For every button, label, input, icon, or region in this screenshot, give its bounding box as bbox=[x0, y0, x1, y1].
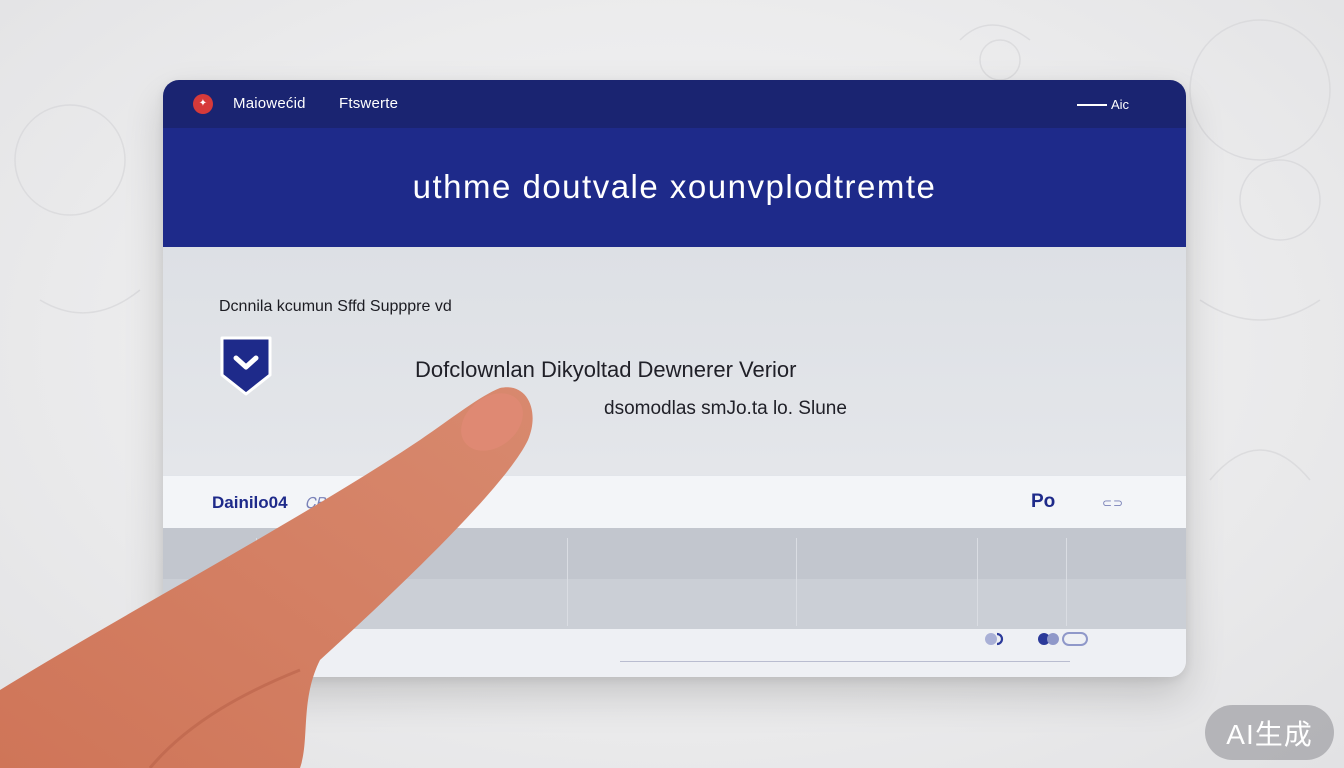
download-heading: Dofclownlan Dikyoltad Dewnerer Verior bbox=[415, 357, 797, 382]
shield-check-icon bbox=[220, 336, 272, 396]
download-subheading: dsomodlas smJo.ta lo. Slune bbox=[604, 398, 847, 419]
content-panel: Dcnnila kcumun Sffd Supppre vd Dofclownl… bbox=[163, 247, 1186, 475]
table-divider bbox=[796, 538, 797, 626]
download-item-meta: ᏟᏴ0∧6 bbox=[305, 495, 354, 512]
download-item-name[interactable]: Dainilo04 bbox=[212, 493, 288, 513]
section-label: Dcnnila kcumun Sffd Supppre vd bbox=[219, 298, 452, 315]
table-row[interactable] bbox=[163, 579, 1186, 629]
table-divider bbox=[567, 538, 568, 626]
table-header bbox=[163, 528, 1186, 579]
app-logo-icon[interactable]: ✦ bbox=[193, 94, 213, 114]
page-title: uthme doutvale xounvplodtremte bbox=[412, 168, 937, 205]
info-bar-right-label[interactable]: Po bbox=[1031, 491, 1055, 513]
app-window: ✦ Maiowećid Ftswerte Aic uthme doutvale … bbox=[163, 80, 1186, 677]
toggle-icon[interactable] bbox=[983, 630, 1013, 648]
ai-generated-badge: AI生成 bbox=[1205, 705, 1334, 760]
hero-banner: uthme doutvale xounvplodtremte bbox=[163, 128, 1186, 247]
title-bar: ✦ Maiowećid Ftswerte Aic bbox=[163, 80, 1186, 128]
link-icon[interactable] bbox=[1033, 630, 1091, 648]
minimize-icon bbox=[1076, 103, 1107, 106]
info-bar: Dainilo04 ᏟᏴ0∧6 Po ⊂⊃ bbox=[163, 475, 1186, 529]
footer-bar bbox=[163, 629, 1186, 677]
menu-item-software[interactable]: Ftswerte bbox=[339, 95, 398, 112]
table-divider bbox=[1066, 538, 1067, 626]
progress-track bbox=[620, 661, 1070, 662]
menu-item-file[interactable]: Maiowećid bbox=[233, 95, 306, 112]
toggle-icon[interactable]: ⊂⊃ bbox=[1102, 496, 1124, 510]
table-divider bbox=[256, 538, 257, 626]
title-bar-right[interactable]: Aic bbox=[1076, 97, 1129, 112]
table-divider bbox=[977, 538, 978, 626]
title-bar-right-label: Aic bbox=[1110, 97, 1129, 112]
